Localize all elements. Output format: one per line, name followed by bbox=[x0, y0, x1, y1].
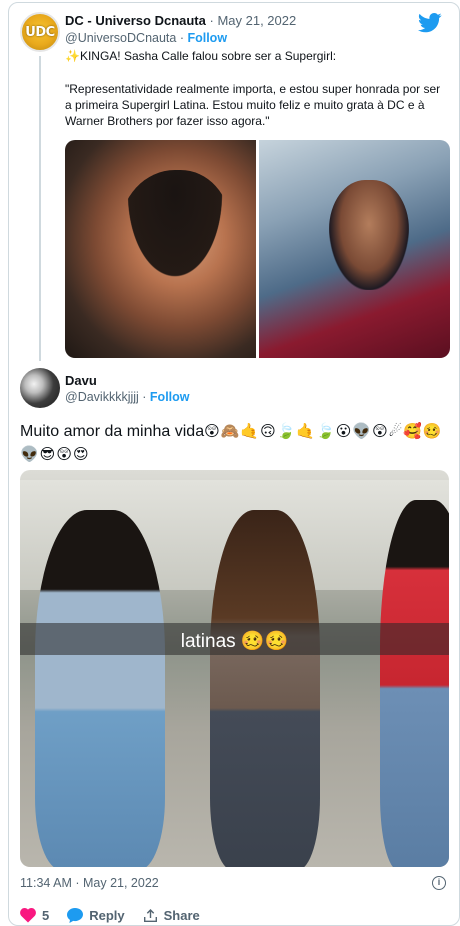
photo-supergirl[interactable] bbox=[259, 140, 450, 358]
quoted-media[interactable] bbox=[65, 140, 450, 358]
share-icon bbox=[143, 909, 157, 922]
person-middle bbox=[210, 510, 320, 867]
like-count: 5 bbox=[42, 908, 50, 923]
tweet-timestamp[interactable]: 11:34 AM · May 21, 2022 bbox=[20, 876, 159, 890]
quoted-handle[interactable]: @UniversoDCnauta bbox=[65, 31, 176, 45]
image-caption: latinas 🥴🥴 bbox=[180, 631, 289, 652]
quoted-header: DC - Universo Dcnauta · May 21, 2022 bbox=[65, 13, 297, 28]
reply-icon bbox=[67, 908, 84, 923]
tweet-image[interactable]: latinas 🥴🥴 bbox=[20, 470, 449, 867]
author-name[interactable]: Davu bbox=[65, 373, 97, 388]
quoted-handle-row: @UniversoDCnauta · Follow bbox=[65, 31, 228, 45]
action-bar: 5 Reply Share bbox=[20, 908, 218, 923]
avatar-logo-text: UDC bbox=[25, 25, 55, 40]
author-handle[interactable]: @Davikkkkjjjj bbox=[65, 390, 139, 404]
quoted-tweet-text: ✨KINGA! Sasha Calle falou sobre ser a Su… bbox=[65, 48, 445, 146]
follow-button[interactable]: Follow bbox=[150, 390, 190, 404]
reply-button[interactable]: Reply bbox=[67, 908, 125, 923]
author-handle-row: @Davikkkkjjjj · Follow bbox=[65, 390, 190, 404]
photo-actress[interactable] bbox=[65, 140, 256, 358]
heart-icon bbox=[20, 908, 36, 923]
quoted-author-name[interactable]: DC - Universo Dcnauta bbox=[65, 13, 206, 28]
quoted-line: KINGA! Sasha Calle falou sobre ser a Sup… bbox=[79, 49, 337, 63]
quoted-quote: "Representatividade realmente importa, e… bbox=[65, 82, 441, 128]
quoted-avatar[interactable]: UDC bbox=[20, 12, 60, 52]
share-label: Share bbox=[163, 908, 200, 923]
person-right bbox=[380, 500, 449, 867]
tweet-text: Muito amor da minha vida😲🙈🤙🙃🍃🤙🍃😮👽😲☄🥰🥴👽😎😲… bbox=[20, 420, 450, 466]
quoted-follow-button[interactable]: Follow bbox=[187, 31, 227, 45]
sparkles-emoji: ✨ bbox=[65, 49, 80, 63]
quoted-date[interactable]: May 21, 2022 bbox=[217, 13, 296, 28]
info-icon[interactable]: i bbox=[432, 876, 446, 890]
like-button[interactable]: 5 bbox=[20, 908, 49, 923]
tweet-text-body: Muito amor da minha vida bbox=[20, 423, 205, 440]
author-avatar[interactable] bbox=[20, 368, 60, 408]
share-button[interactable]: Share bbox=[143, 908, 200, 923]
reply-label: Reply bbox=[89, 908, 125, 923]
thread-line bbox=[39, 56, 41, 361]
person-left bbox=[35, 510, 165, 867]
twitter-bird-icon[interactable] bbox=[418, 13, 442, 33]
